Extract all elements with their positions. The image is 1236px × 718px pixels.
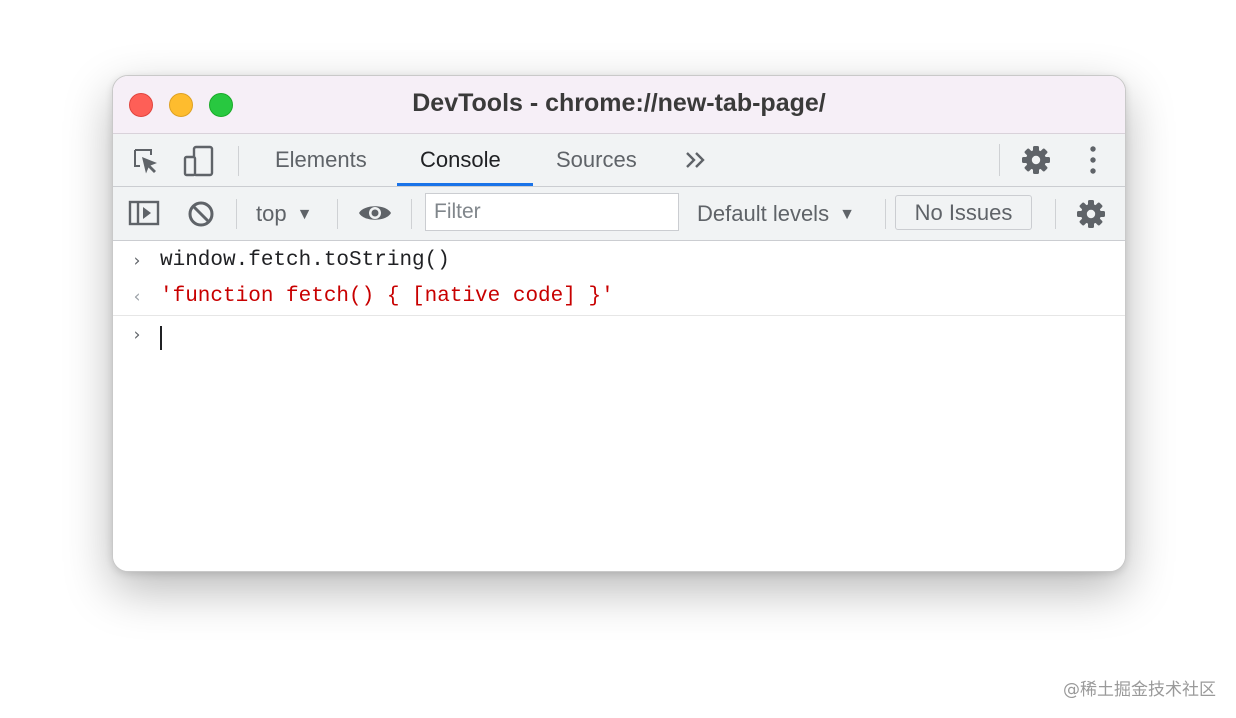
console-output-area: › window.fetch.toString() ‹ 'function fe… — [113, 241, 1125, 571]
caret-down-icon: ▼ — [839, 206, 855, 223]
console-toolbar: top ▼ Default levels ▼ No Issues — [113, 187, 1125, 241]
console-input-message: › window.fetch.toString() — [113, 243, 1125, 279]
active-tab-indicator — [397, 183, 533, 186]
panel-tab-bar: Elements Console Sources — [113, 134, 1125, 187]
eye-icon[interactable] — [357, 200, 393, 226]
divider — [236, 199, 237, 229]
sidebar-toggle-icon[interactable] — [127, 198, 161, 228]
divider — [411, 199, 412, 229]
console-prompt[interactable]: › — [113, 317, 1125, 353]
log-levels-label: Default levels — [697, 201, 830, 226]
devtools-window: DevTools - chrome://new-tab-page/ Elemen… — [112, 75, 1126, 572]
divider — [1055, 199, 1056, 229]
log-levels-dropdown[interactable]: Default levels ▼ — [697, 187, 855, 240]
tab-console[interactable]: Console — [418, 134, 503, 186]
window-title: DevTools - chrome://new-tab-page/ — [412, 89, 826, 117]
console-settings-icon[interactable] — [1074, 197, 1108, 231]
console-result-value: 'function fetch() { [native code] }' — [160, 285, 614, 308]
inspect-element-icon[interactable] — [129, 146, 163, 176]
prompt-chevron-icon: › — [133, 325, 141, 345]
divider — [238, 146, 239, 176]
device-toolbar-icon[interactable] — [181, 144, 217, 178]
input-prompt-chevron-icon: › — [133, 251, 141, 271]
screen: DevTools - chrome://new-tab-page/ Elemen… — [0, 0, 1236, 718]
title-bar: DevTools - chrome://new-tab-page/ — [113, 76, 1125, 134]
watermark-text: @稀土掘金技术社区 — [1063, 680, 1216, 700]
console-result-message: ‹ 'function fetch() { [native code] }' — [113, 279, 1125, 316]
tab-sources[interactable]: Sources — [554, 134, 639, 186]
caret-down-icon: ▼ — [296, 206, 313, 223]
clear-console-icon[interactable] — [186, 199, 216, 229]
context-selector[interactable]: top ▼ — [256, 187, 312, 240]
vertical-ellipsis-icon[interactable] — [1079, 144, 1107, 176]
context-label: top — [256, 201, 287, 226]
filter-input[interactable] — [425, 193, 679, 231]
result-arrow-icon: ‹ — [133, 287, 141, 307]
gear-icon[interactable] — [1019, 143, 1053, 177]
divider — [337, 199, 338, 229]
tab-elements[interactable]: Elements — [273, 134, 369, 186]
text-cursor — [160, 326, 162, 350]
divider — [999, 144, 1000, 176]
chevrons-right-icon[interactable] — [682, 148, 710, 172]
console-input-code: window.fetch.toString() — [160, 249, 450, 272]
divider — [885, 199, 886, 229]
issues-button[interactable]: No Issues — [895, 195, 1032, 230]
